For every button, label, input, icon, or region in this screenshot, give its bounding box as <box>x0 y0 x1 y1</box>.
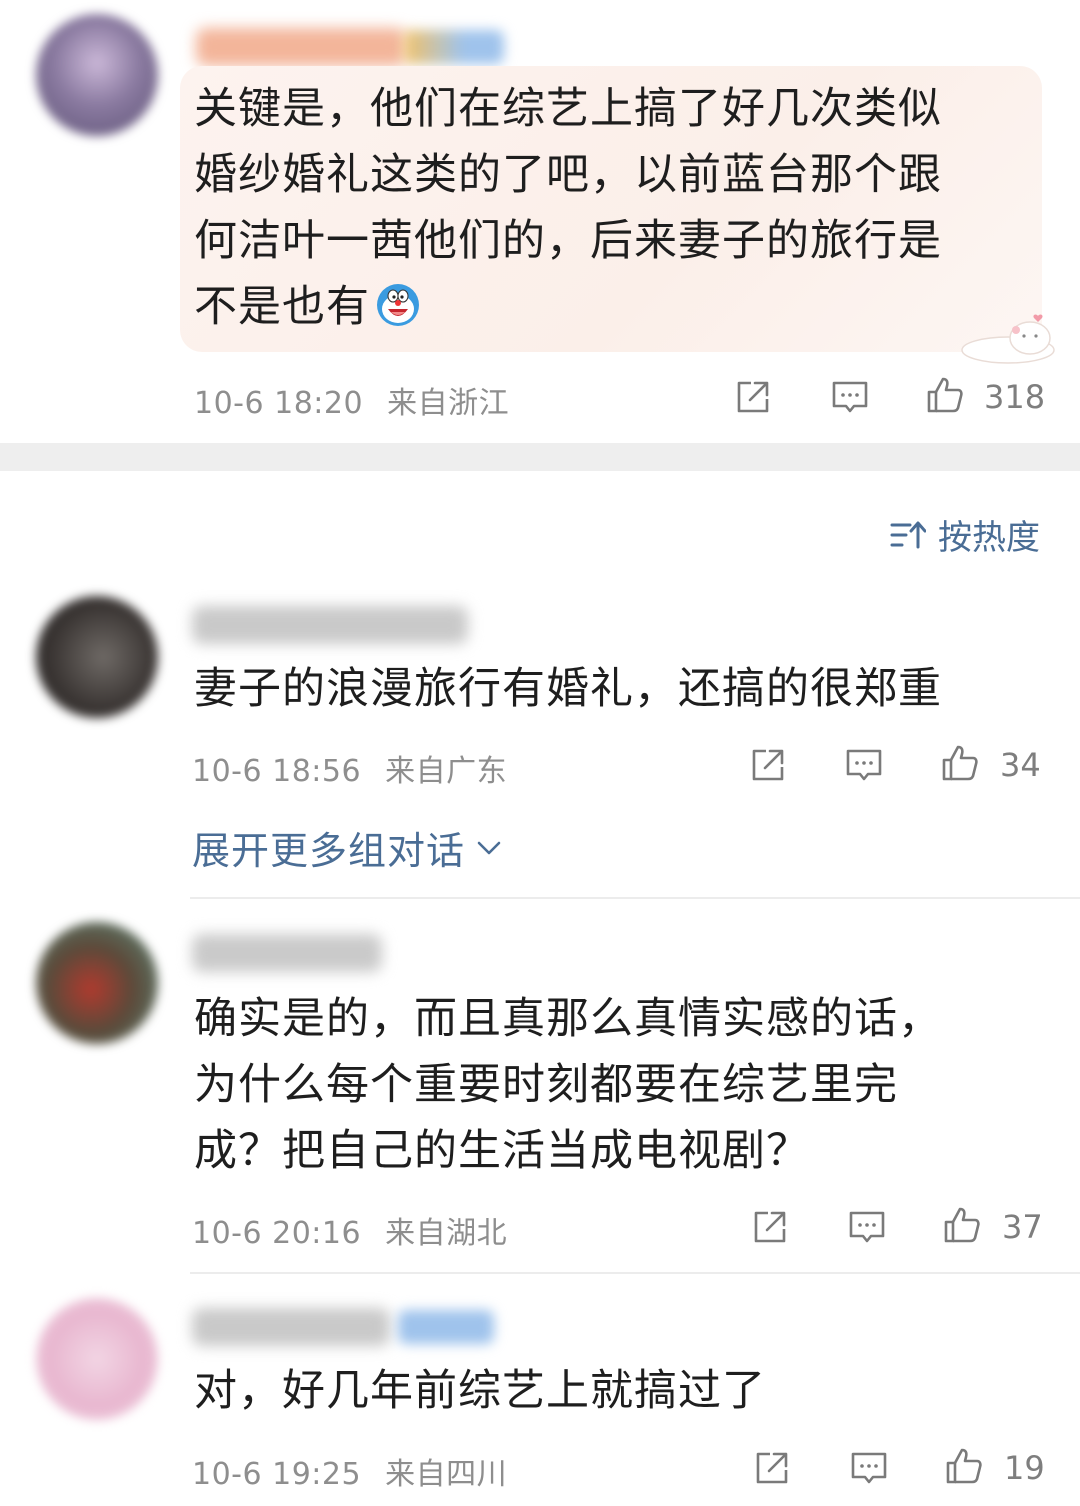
location: 来自广东 <box>385 754 508 789</box>
username-blurred[interactable] <box>192 1308 390 1346</box>
comment-text: 关键是，他们在综艺上搞了好几次类似 婚纱婚礼这类的了吧，以前蓝台那个跟 何洁叶一… <box>194 76 1034 340</box>
username-blurred[interactable] <box>196 28 406 66</box>
comment-line: 对，好几年前综艺上就搞过了 <box>194 1366 766 1416</box>
comment-separator <box>190 1272 1080 1274</box>
comment-meta: 10-6 19:25 来自四川 <box>192 1449 507 1493</box>
like-count: 318 <box>984 378 1046 416</box>
repost-icon[interactable] <box>748 745 788 785</box>
expand-label: 展开更多组对话 <box>192 829 466 873</box>
timestamp: 10-6 18:56 <box>192 754 362 789</box>
reply-comment-icon[interactable] <box>849 1448 889 1488</box>
like-icon[interactable] <box>944 1446 984 1486</box>
sort-label: 按热度 <box>938 518 1040 558</box>
comment-line: 何洁叶一茜他们的，后来妻子的旅行是 <box>194 216 942 266</box>
section-divider <box>0 443 1080 471</box>
comment-meta: 10-6 20:16 来自湖北 <box>192 1208 507 1252</box>
expand-more-conversations-link[interactable]: 展开更多组对话 <box>192 820 503 875</box>
vip-badge-blurred <box>398 1310 494 1344</box>
comment-line: 婚纱婚礼这类的了吧，以前蓝台那个跟 <box>194 150 942 200</box>
comment-line: 成？把自己的生活当成电视剧？ <box>194 1126 810 1176</box>
comment-line: 不是也有 <box>194 274 1034 340</box>
like-icon[interactable] <box>940 743 980 783</box>
reply-comment-icon[interactable] <box>847 1207 887 1247</box>
comment-meta: 10-6 18:20 来自浙江 <box>194 378 509 422</box>
comment-line: 为什么每个重要时刻都要在综艺里完 <box>194 1060 898 1110</box>
comment-meta: 10-6 18:56 来自广东 <box>192 746 507 790</box>
reply-comment-icon[interactable] <box>844 745 884 785</box>
comment-separator <box>190 897 1080 899</box>
repost-icon[interactable] <box>752 1448 792 1488</box>
comment-line: 关键是，他们在综艺上搞了好几次类似 <box>194 84 942 134</box>
comment-line: 确实是的，而且真那么真情实感的话， <box>194 994 942 1044</box>
comment-text: 对，好几年前综艺上就搞过了 <box>194 1358 1054 1424</box>
repost-icon[interactable] <box>733 377 773 417</box>
location: 来自浙江 <box>387 386 510 421</box>
like-icon[interactable] <box>925 375 965 415</box>
comment-text: 确实是的，而且真那么真情实感的话， 为什么每个重要时刻都要在综艺里完 成？把自己… <box>194 986 1054 1184</box>
timestamp: 10-6 18:20 <box>194 386 364 421</box>
comment-text: 妻子的浪漫旅行有婚礼，还搞的很郑重 <box>194 656 1054 722</box>
chevron-down-icon <box>477 841 501 854</box>
comment-line: 妻子的浪漫旅行有婚礼，还搞的很郑重 <box>194 664 942 714</box>
like-count: 37 <box>1002 1208 1043 1246</box>
avatar[interactable] <box>36 1298 158 1420</box>
username-blurred[interactable] <box>192 934 382 972</box>
avatar[interactable] <box>36 922 158 1044</box>
doraemon-emoji-icon <box>377 284 419 326</box>
avatar[interactable] <box>36 596 158 718</box>
like-icon[interactable] <box>942 1205 982 1245</box>
like-count: 19 <box>1004 1449 1045 1487</box>
timestamp: 10-6 20:16 <box>192 1216 362 1251</box>
like-count: 34 <box>1000 746 1041 784</box>
timestamp: 10-6 19:25 <box>192 1457 362 1492</box>
repost-icon[interactable] <box>750 1207 790 1247</box>
vip-badge-blurred <box>404 30 504 64</box>
sort-icon <box>890 521 926 548</box>
reply-comment-icon[interactable] <box>830 377 870 417</box>
location: 来自湖北 <box>385 1216 508 1251</box>
username-blurred[interactable] <box>192 606 468 644</box>
avatar[interactable] <box>36 14 158 136</box>
sort-button[interactable]: 按热度 <box>890 510 1040 559</box>
location: 来自四川 <box>385 1457 508 1492</box>
